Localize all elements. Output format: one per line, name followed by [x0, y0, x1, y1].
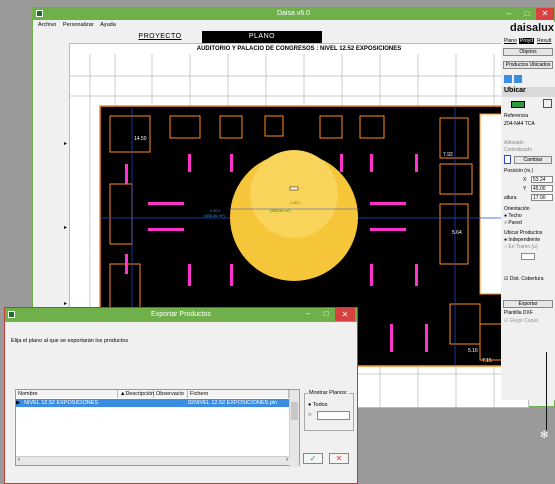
table-scrollbar[interactable] [289, 390, 299, 467]
link-proyd[interactable]: Proyd [519, 38, 535, 44]
tab-bar: PROYECTO PLANO [69, 31, 434, 43]
close-icon[interactable]: ✕ [536, 8, 554, 20]
x-input[interactable]: 53.24 [531, 176, 553, 183]
mostrar-planos-label: Mostrar Planos: [308, 390, 349, 396]
table-row[interactable]: ▶ NIVEL 12.52 EXPOSICIONES 02NIVEL 12.52… [16, 399, 289, 407]
dialog-maximize-icon[interactable]: □ [317, 308, 335, 322]
ubicar-header: Ubicar [502, 87, 555, 97]
circle-label-1: 1.00 t [290, 200, 301, 205]
measure-label-2: 7.92 [443, 152, 453, 158]
title-bar: Daisa v6.0 – □ ✕ [33, 8, 554, 20]
cambiar-button[interactable]: Cambiar [514, 156, 552, 164]
dialog-title-bar: Exportar Productos – □ ✕ [5, 308, 357, 322]
menu-personalizar[interactable]: Personalizar [63, 22, 94, 28]
right-panel: daisalux Plano Proyd Result Objetos Prod… [501, 22, 555, 400]
horizontal-scrollbar[interactable]: ‹ › [16, 456, 290, 465]
col-observacion[interactable]: Observacio [154, 390, 188, 398]
export-dialog: Exportar Productos – □ ✕ Elija el plano … [4, 307, 358, 484]
y-input[interactable]: 45.00 [531, 185, 553, 192]
minimize-icon[interactable]: – [500, 8, 518, 20]
measure-label-3: 5.64 [452, 230, 462, 236]
planos-table[interactable]: Nombre ▲Descripción Observacio Fichero ▶… [15, 389, 300, 467]
link-result[interactable]: Result [537, 38, 551, 44]
y-label: Y [523, 186, 527, 192]
drawing-title: AUDITORIO Y PALACIO DE CONGRESOS : NIVEL… [196, 46, 402, 52]
altura-input[interactable]: 17.00 [531, 194, 553, 201]
centralizado-label[interactable]: Centralizado [504, 147, 532, 153]
col-descripcion[interactable]: ▲Descripción [118, 390, 154, 398]
techo-radio[interactable]: ● Techo [504, 213, 522, 219]
mostrar-planos-group: Mostrar Planos: ● Todos ○ [304, 390, 354, 431]
tab-plano[interactable]: PLANO [202, 31, 322, 43]
plantilla-dxf-label: Plantilla DXF [504, 310, 533, 316]
row-marker-1: ▸ [64, 141, 68, 147]
zoom-out-icon[interactable] [514, 75, 522, 83]
exportar-button[interactable]: Exportar [503, 300, 553, 308]
selected-fixture [289, 186, 299, 191]
altura-label: altura [504, 195, 517, 201]
menu-archivo[interactable]: Archivo [38, 22, 56, 28]
maximize-icon[interactable]: □ [518, 8, 536, 20]
row-nombre: NIVEL 12.52 EXPOSICIONES [24, 400, 99, 406]
row-fichero: 02NIVEL 12.52 EXPOSICIONES.pln [188, 400, 278, 406]
cancel-button[interactable]: ✕ [329, 453, 349, 464]
row-marker-3: ▸ [64, 301, 68, 307]
x-label: X [523, 177, 527, 183]
orientacion-label: Orientación [504, 206, 530, 212]
dialog-minimize-icon[interactable]: – [299, 308, 317, 322]
productos-ubicados-button[interactable]: Productos Ubicados [503, 61, 553, 69]
window-title: Daisa v6.0 [276, 10, 311, 17]
measure-label-1: 14.50 [134, 136, 147, 142]
document-icon [504, 155, 511, 164]
dist-cobertura-checkbox[interactable]: ☑ Dist. Cobertura [504, 276, 544, 282]
circle-label-2: (888.86 m²) [270, 208, 291, 213]
zoom-in-icon[interactable] [504, 75, 512, 83]
referencia-label: Referencia [504, 113, 529, 119]
mouse-cursor-icon: ✻ [540, 430, 549, 441]
dialog-prompt: Elija el plano al que se exportarán los … [11, 338, 129, 344]
filter-input[interactable] [317, 411, 350, 420]
scrollbar-thumb[interactable] [291, 402, 298, 420]
product-icon [511, 101, 525, 108]
col-fichero[interactable]: Fichero [188, 390, 289, 398]
todos-radio[interactable]: ● Todos [308, 402, 327, 408]
elegir-capas-checkbox[interactable]: ☑ Elegir Capas [504, 318, 539, 324]
menu-bar: Archivo Personalizar Ayuda [33, 20, 554, 30]
ubicar-productos-label: Ubicar Productos [504, 230, 543, 236]
posicion-label: Posición (m.) [504, 168, 534, 174]
daisalux-logo: daisalux [509, 22, 554, 34]
custom-radio[interactable]: ○ [308, 412, 312, 418]
independiente-radio[interactable]: ● Independiente [504, 237, 540, 243]
link-plano[interactable]: Plano [504, 38, 517, 44]
coverage-circle-small [250, 150, 338, 238]
measure-label-5: 7.15 [482, 358, 492, 364]
col-nombre[interactable]: Nombre [16, 390, 118, 398]
circle-label-4: (888.86 m²) [204, 213, 225, 218]
dialog-close-icon[interactable]: ✕ [335, 308, 355, 321]
pointer-line [546, 352, 547, 430]
adosado-label[interactable]: Adosado [504, 140, 524, 146]
product-select-icon[interactable] [543, 99, 552, 108]
measure-label-4: 5.16 [468, 348, 478, 354]
objetos-button[interactable]: Objetos [503, 48, 553, 56]
en-tramo-radio[interactable]: ○ En Tramo (u) [504, 244, 538, 250]
referencia-value: Z04-N44 TCA [504, 121, 535, 127]
tramo-input[interactable] [521, 253, 535, 260]
pared-radio[interactable]: ○ Pared [504, 220, 522, 226]
accept-button[interactable]: ✓ [303, 453, 323, 464]
menu-ayuda[interactable]: Ayuda [100, 22, 116, 28]
row-marker-2: ▸ [64, 225, 68, 231]
